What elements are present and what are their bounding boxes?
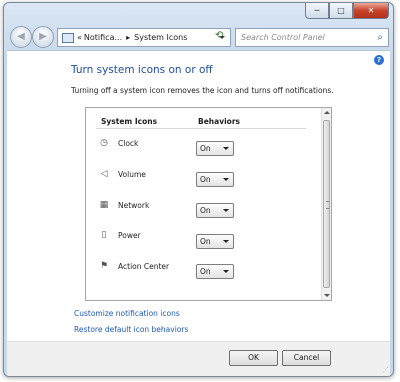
restore-default-behaviors-link[interactable]: Restore default icon behaviors [74, 325, 188, 334]
scrollbar-thumb[interactable] [323, 120, 330, 288]
row-label: Network [118, 201, 150, 210]
behavior-select[interactable]: On [196, 172, 234, 187]
behavior-value: On [200, 237, 211, 246]
grip-icon [326, 201, 329, 209]
behavior-select[interactable]: On [196, 264, 234, 279]
cancel-button[interactable]: Cancel [282, 350, 331, 366]
row-label: Clock [118, 139, 139, 148]
minimize-button[interactable]: ─ [305, 3, 329, 19]
dialog-footer: OK Cancel ⋰ [7, 341, 390, 376]
forward-arrow-icon: ▶ [39, 31, 47, 42]
clock-icon: ◷ [100, 138, 108, 148]
behavior-select[interactable]: On [196, 203, 234, 218]
behavior-value: On [200, 144, 211, 153]
forward-button[interactable]: ▶ [32, 26, 54, 48]
chevron-down-icon [223, 178, 229, 181]
breadcrumb-separator[interactable]: ▸ [126, 33, 130, 42]
scroll-up-icon[interactable] [324, 111, 330, 114]
refresh-button[interactable]: ⟲ [215, 30, 223, 41]
column-header-behaviors: Behaviors [198, 117, 240, 126]
control-panel-icon [62, 32, 74, 43]
page-title: Turn system icons on or off [71, 64, 213, 76]
breadcrumb-notification-icons[interactable]: Notifica... [84, 33, 122, 42]
close-button[interactable]: ✕ [353, 3, 389, 19]
customize-notification-icons-link[interactable]: Customize notification icons [74, 309, 180, 318]
system-icons-list: System Icons Behaviors ◷ Clock On ◁ Volu… [85, 107, 332, 301]
resize-grip-icon[interactable]: ⋰ [382, 366, 389, 374]
ok-button[interactable]: OK [229, 350, 278, 366]
row-label: Power [118, 231, 141, 240]
chevron-down-icon [223, 209, 229, 212]
behavior-select[interactable]: On [196, 141, 234, 156]
window-caption-buttons: ─ □ ✕ [305, 3, 389, 19]
volume-icon: ◁ [100, 169, 108, 179]
help-icon[interactable]: ? [374, 55, 384, 65]
behavior-select[interactable]: On [196, 234, 234, 249]
address-overflow-chevron[interactable]: « [77, 33, 82, 42]
behavior-value: On [200, 206, 211, 215]
column-header-system-icons: System Icons [101, 117, 158, 126]
address-bar[interactable]: « Notifica... ▸ System Icons [57, 28, 231, 47]
flag-icon: ⚑ [99, 261, 109, 271]
refresh-icon: ⟲ [215, 30, 224, 41]
breadcrumb-system-icons[interactable]: System Icons [134, 33, 187, 42]
scroll-down-icon[interactable] [324, 294, 330, 297]
behavior-value: On [200, 175, 211, 184]
chevron-down-icon [223, 270, 229, 273]
content-pane: ? Turn system icons on or off Turning of… [7, 50, 390, 341]
back-arrow-icon: ◀ [17, 31, 25, 42]
chevron-down-icon [223, 147, 229, 150]
search-box[interactable]: Search Control Panel ⌕ [235, 28, 389, 47]
row-label: Volume [118, 170, 146, 179]
chevron-down-icon [223, 240, 229, 243]
row-label: Action Center [118, 262, 170, 271]
power-icon: ▯ [101, 230, 107, 240]
page-description: Turning off a system icon removes the ic… [71, 86, 334, 95]
vertical-scrollbar[interactable] [321, 108, 331, 300]
header-divider [96, 128, 306, 129]
search-icon[interactable]: ⌕ [377, 32, 383, 43]
maximize-button[interactable]: □ [329, 3, 353, 19]
behavior-value: On [200, 267, 211, 276]
back-button[interactable]: ◀ [10, 26, 32, 48]
search-input[interactable]: Search Control Panel [241, 33, 377, 42]
network-icon: ▦ [99, 200, 109, 210]
control-panel-window: ─ □ ✕ ◀ ▶ « Notifica... ▸ System Icons ⟲… [3, 2, 394, 377]
navigation-bar: ◀ ▶ « Notifica... ▸ System Icons ⟲ Searc… [10, 26, 389, 50]
